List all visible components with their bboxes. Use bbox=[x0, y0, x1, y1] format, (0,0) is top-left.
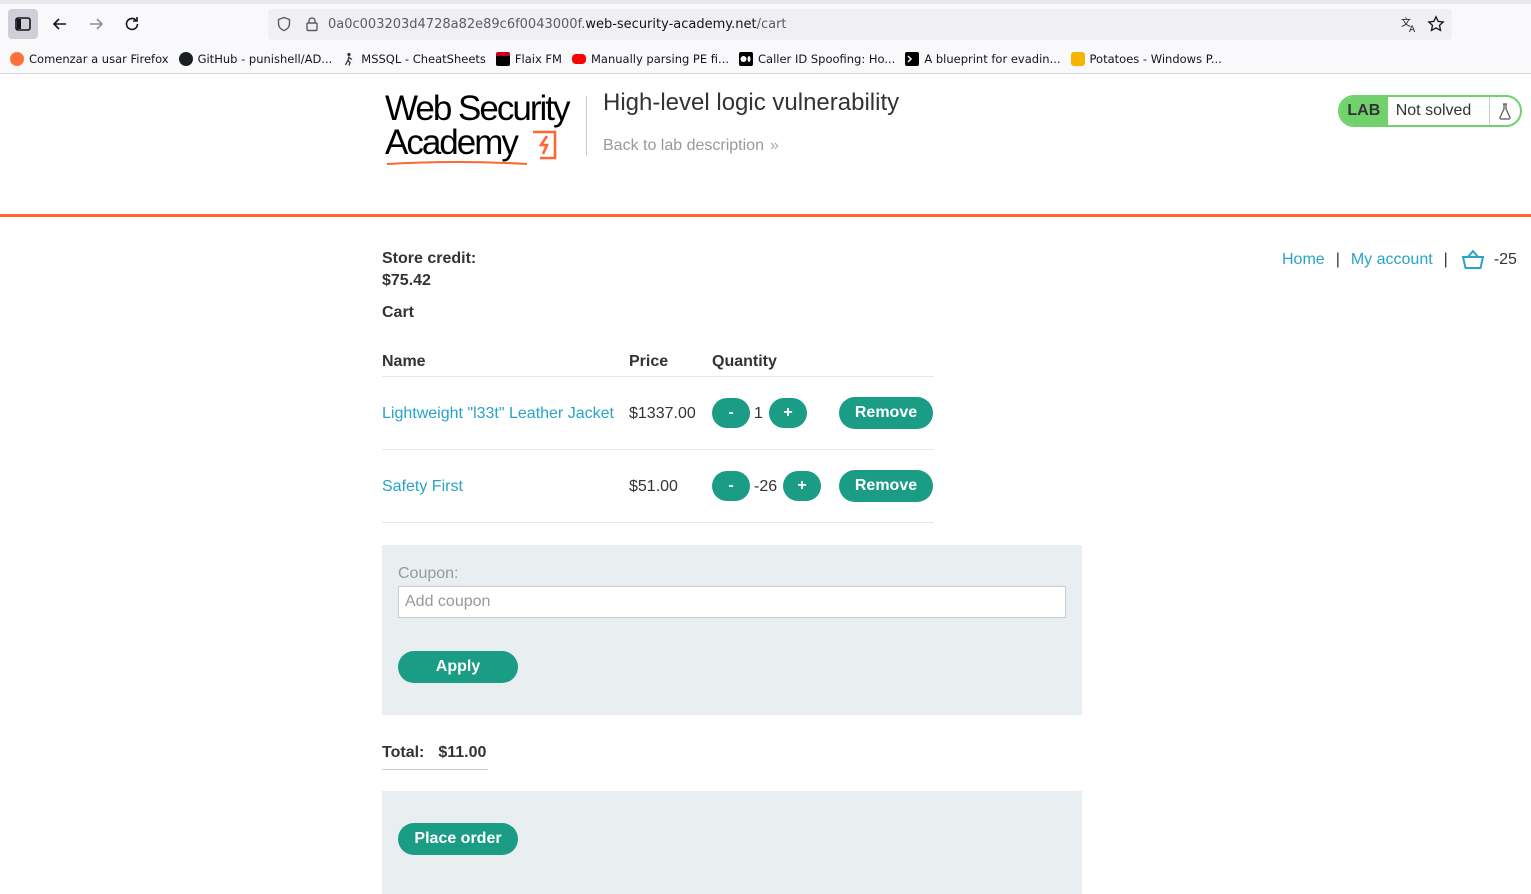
bookmark-label: GitHub - punishell/AD... bbox=[197, 52, 333, 66]
back-to-lab-description-link[interactable]: Back to lab description » bbox=[603, 137, 779, 155]
nav-separator: | bbox=[1443, 251, 1448, 268]
bookmark-star-icon[interactable] bbox=[1427, 15, 1445, 33]
increase-quantity-button[interactable]: + bbox=[783, 471, 821, 501]
bookmark-item[interactable]: Flaix FM bbox=[495, 52, 562, 66]
my-account-link[interactable]: My account bbox=[1351, 251, 1433, 269]
decrease-quantity-button[interactable]: - bbox=[712, 471, 750, 501]
cart-count[interactable]: -25 bbox=[1494, 251, 1517, 269]
bookmark-item[interactable]: Manually parsing PE fi... bbox=[571, 52, 730, 66]
header-divider bbox=[586, 96, 587, 156]
column-header-price: Price bbox=[629, 353, 669, 370]
nav-separator: | bbox=[1335, 251, 1340, 268]
product-price: $51.00 bbox=[629, 478, 678, 495]
bookmark-label: A blueprint for evadin... bbox=[924, 52, 1061, 66]
logo-line-1: Web Security bbox=[385, 89, 571, 128]
bookmark-label: Comenzar a usar Firefox bbox=[29, 52, 169, 66]
bookmark-label: Manually parsing PE fi... bbox=[590, 52, 730, 66]
product-name-link[interactable]: Lightweight "l33t" Leather Jacket bbox=[382, 405, 614, 423]
lab-title: High-level logic vulnerability bbox=[603, 89, 900, 116]
terminal-icon bbox=[905, 52, 920, 66]
logo-bolt-icon bbox=[533, 130, 557, 160]
medium-icon bbox=[739, 52, 754, 66]
lab-status-widget: LAB Not solved bbox=[1338, 95, 1522, 127]
table-divider bbox=[382, 376, 934, 377]
youtube-icon bbox=[571, 54, 586, 64]
bookmarks-bar: Comenzar a usar Firefox GitHub - punishe… bbox=[0, 48, 1222, 70]
double-chevron-icon: » bbox=[769, 137, 779, 154]
increase-quantity-button[interactable]: + bbox=[769, 398, 807, 428]
web-security-academy-logo[interactable]: Web Security Academy bbox=[385, 89, 585, 166]
github-icon bbox=[178, 52, 193, 66]
url-domain: web-security-academy.net bbox=[585, 17, 757, 32]
tracking-shield-icon[interactable] bbox=[276, 16, 292, 32]
store-credit-value: $75.42 bbox=[382, 272, 431, 289]
lab-badge: LAB bbox=[1340, 97, 1388, 125]
firefox-icon bbox=[10, 52, 24, 66]
lab-state: Not solved bbox=[1395, 102, 1472, 119]
product-price: $1337.00 bbox=[629, 405, 696, 422]
bookmark-item[interactable]: Caller ID Spoofing: Ho... bbox=[739, 52, 895, 66]
order-total: Total: $11.00 bbox=[382, 744, 488, 770]
lock-icon[interactable] bbox=[304, 16, 320, 32]
address-bar[interactable]: 0a0c003203d4728a82e89c6f0043000f.web-sec… bbox=[268, 9, 1452, 40]
header-orange-rule bbox=[0, 214, 1531, 217]
bookmark-label: Potatoes - Windows P... bbox=[1089, 52, 1222, 66]
bookmark-item[interactable]: Potatoes - Windows P... bbox=[1070, 52, 1222, 66]
coupon-form: Coupon: Apply bbox=[382, 545, 1082, 715]
url-path: /cart bbox=[756, 17, 787, 32]
logo-underline bbox=[387, 161, 527, 165]
tab-strip-edge bbox=[0, 0, 1531, 4]
cart-basket-icon[interactable] bbox=[1461, 249, 1485, 271]
apply-coupon-button[interactable]: Apply bbox=[398, 651, 518, 683]
decrease-quantity-button[interactable]: - bbox=[712, 398, 750, 428]
url-text: 0a0c003203d4728a82e89c6f0043000f.web-sec… bbox=[328, 17, 787, 32]
bookmark-label: Flaix FM bbox=[514, 52, 562, 66]
walker-icon bbox=[342, 52, 356, 66]
place-order-button[interactable]: Place order bbox=[398, 823, 518, 855]
sidebar-toggle-icon[interactable] bbox=[8, 9, 38, 39]
browser-toolbar: 0a0c003203d4728a82e89c6f0043000f.web-sec… bbox=[0, 0, 1531, 74]
translate-icon[interactable]: 文A bbox=[1401, 16, 1418, 33]
table-divider bbox=[382, 522, 934, 523]
svg-text:A: A bbox=[1409, 25, 1416, 33]
coupon-input[interactable] bbox=[398, 586, 1066, 618]
flask-icon bbox=[1489, 97, 1520, 125]
bookmark-label: MSSQL - CheatSheets bbox=[361, 52, 486, 66]
flaix-icon bbox=[495, 52, 510, 66]
bookmark-item[interactable]: MSSQL - CheatSheets bbox=[342, 52, 486, 66]
column-header-quantity: Quantity bbox=[712, 353, 777, 370]
back-link-label: Back to lab description bbox=[603, 137, 764, 154]
cart-heading: Cart bbox=[382, 304, 415, 321]
bookmark-item[interactable]: A blueprint for evadin... bbox=[905, 52, 1061, 66]
bookmark-item[interactable]: GitHub - punishell/AD... bbox=[178, 52, 333, 66]
quantity-value: -26 bbox=[754, 478, 778, 495]
bookmark-label: Caller ID Spoofing: Ho... bbox=[758, 52, 896, 66]
total-label: Total: bbox=[382, 744, 425, 761]
potato-icon bbox=[1070, 52, 1085, 66]
quantity-value: 1 bbox=[754, 405, 763, 422]
top-nav: Home | My account | -25 bbox=[1282, 249, 1517, 271]
back-arrow-icon[interactable] bbox=[45, 9, 75, 39]
product-name-link[interactable]: Safety First bbox=[382, 478, 463, 496]
place-order-form: Place order bbox=[382, 791, 1082, 894]
total-value: $11.00 bbox=[438, 744, 487, 761]
home-link[interactable]: Home bbox=[1282, 251, 1325, 269]
bookmark-item[interactable]: Comenzar a usar Firefox bbox=[10, 52, 169, 66]
remove-item-button[interactable]: Remove bbox=[839, 397, 933, 429]
store-credit-label: Store credit: bbox=[382, 250, 477, 267]
table-divider bbox=[382, 449, 934, 450]
url-subdomain: 0a0c003203d4728a82e89c6f0043000f. bbox=[328, 17, 586, 32]
remove-item-button[interactable]: Remove bbox=[839, 470, 933, 502]
column-header-name: Name bbox=[382, 353, 426, 370]
coupon-label: Coupon: bbox=[398, 565, 459, 582]
reload-icon[interactable] bbox=[117, 9, 147, 39]
forward-arrow-icon[interactable] bbox=[81, 9, 111, 39]
